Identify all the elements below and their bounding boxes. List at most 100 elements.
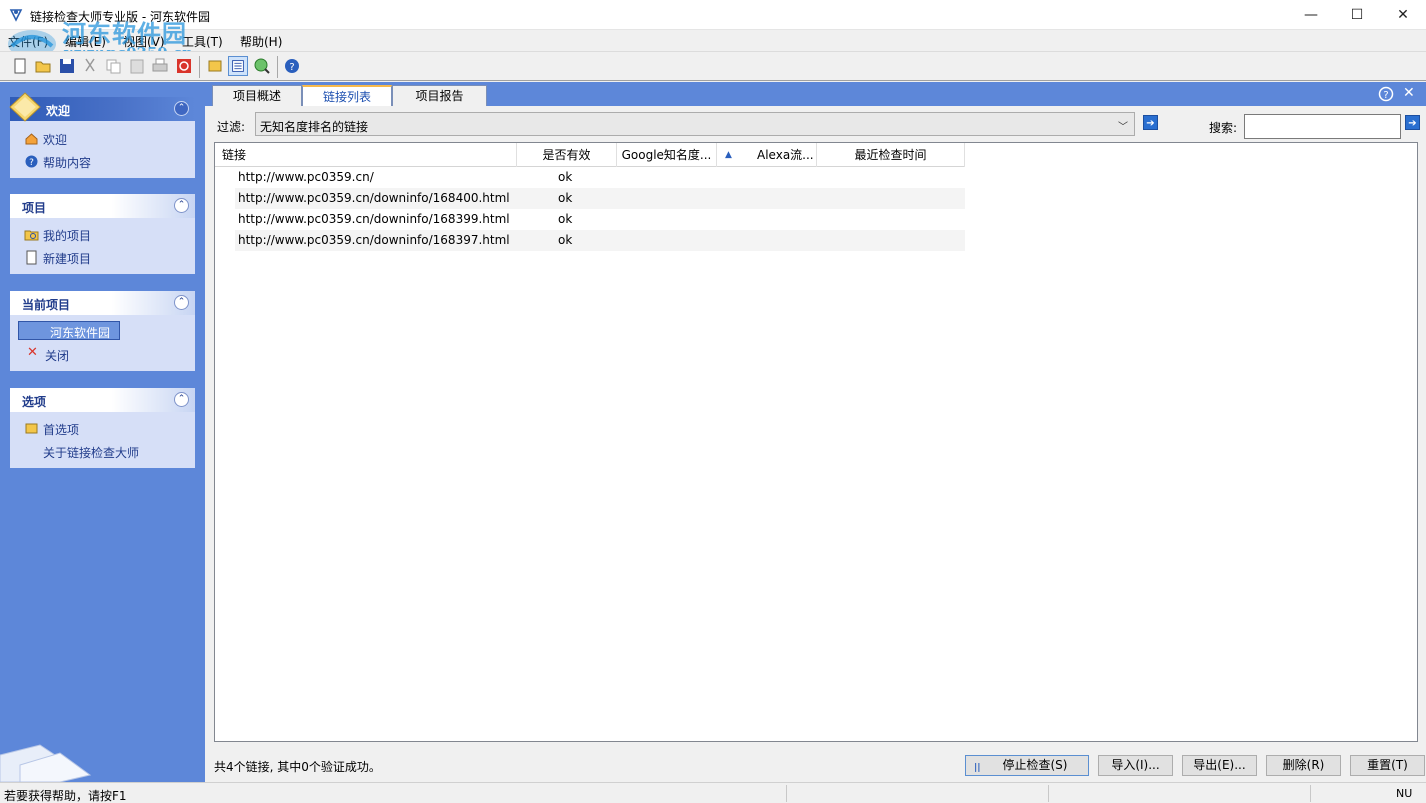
cell-status: ok <box>558 233 573 247</box>
collapse-icon[interactable]: ⌃ <box>174 295 189 310</box>
sidebar-item-welcome[interactable]: 欢迎 <box>10 127 195 150</box>
menu-file[interactable]: 文件(F) <box>8 33 48 50</box>
decorative-envelope-art <box>0 744 92 782</box>
preferences-icon[interactable] <box>205 56 225 76</box>
collapse-icon[interactable]: ⌃ <box>174 101 189 116</box>
window-title: 链接检查大师专业版 - 河东软件园 <box>30 10 210 24</box>
tab-project-overview[interactable]: 项目概述 <box>212 85 302 106</box>
table-row[interactable]: http://www.pc0359.cn/downinfo/168400.htm… <box>235 188 965 209</box>
sidebar-item-label: 欢迎 <box>43 133 68 147</box>
column-header-valid[interactable]: 是否有效 <box>517 143 617 167</box>
toolbar-separator <box>199 56 200 78</box>
delete-button[interactable]: 删除(R) <box>1266 755 1341 776</box>
filter-row: 过滤: 无知名度排名的链接 ﹀ ➔ 搜索: ➔ <box>205 106 1426 142</box>
copy-icon[interactable] <box>103 56 123 76</box>
collapse-icon[interactable]: ⌃ <box>174 198 189 213</box>
sidebar-item-preferences[interactable]: 首选项 <box>10 417 195 440</box>
open-icon[interactable] <box>33 56 53 76</box>
sidebar-item-close[interactable]: ✕ 关闭 <box>10 343 195 366</box>
left-task-panel: 欢迎 ⌃ 欢迎 ? 帮助内容 项目 ⌃ 我的项目 新建项目 当前项目 ⌃ 河东软… <box>0 82 205 782</box>
status-pane-divider <box>1048 785 1049 802</box>
menu-edit[interactable]: 编辑(E) <box>65 33 106 50</box>
tab-link-list[interactable]: 链接列表 <box>302 85 392 106</box>
cell-url: http://www.pc0359.cn/downinfo/168400.htm… <box>238 191 510 205</box>
print-icon[interactable] <box>150 56 170 76</box>
options-group-header[interactable]: 选项 ⌃ <box>10 388 195 412</box>
tab-strip: 项目概述 链接列表 项目报告 ? ✕ <box>205 82 1426 106</box>
table-row[interactable]: http://www.pc0359.cn/downinfo/168399.htm… <box>235 209 965 230</box>
welcome-group-header[interactable]: 欢迎 ⌃ <box>9 92 195 122</box>
current-project-group-header[interactable]: 当前项目 ⌃ <box>10 291 195 315</box>
project-group-title: 项目 <box>22 201 47 215</box>
project-group-header[interactable]: 项目 ⌃ <box>10 194 195 218</box>
column-header-last-check[interactable]: 最近检查时间 <box>817 143 965 167</box>
cell-status: ok <box>558 212 573 226</box>
status-help-text: 若要获得帮助，请按F1 <box>4 789 127 803</box>
help-icon: ? <box>25 155 38 168</box>
folder-search-icon <box>24 230 39 241</box>
cut-icon[interactable] <box>80 56 100 76</box>
list-view-icon[interactable] <box>228 56 248 76</box>
search-label: 搜索: <box>1209 121 1238 135</box>
import-button[interactable]: 导入(I)... <box>1098 755 1173 776</box>
column-header-alexa-label: Alexa流... <box>757 148 814 162</box>
column-header-link[interactable]: 链接 <box>215 143 517 167</box>
welcome-group-title: 欢迎 <box>46 104 71 118</box>
menu-bar: 文件(F) 编辑(E) 视图(V) 工具(T) 帮助(H) <box>0 31 1426 51</box>
cell-url: http://www.pc0359.cn/downinfo/168397.htm… <box>238 233 510 247</box>
sidebar-item-help-contents[interactable]: ? 帮助内容 <box>10 150 195 173</box>
stop-check-button[interactable]: || 停止检查(S) <box>965 755 1089 776</box>
maximize-button[interactable]: ☐ <box>1334 0 1380 30</box>
help-icon[interactable]: ? <box>282 56 302 76</box>
svg-text:?: ? <box>289 62 294 73</box>
menu-view[interactable]: 视图(V) <box>123 33 165 50</box>
app-icon <box>9 9 23 22</box>
action-bar: 共4个链接, 其中0个验证成功。 || 停止检查(S) 导入(I)... 导出(… <box>205 748 1426 782</box>
save-icon[interactable] <box>57 56 77 76</box>
tab-project-report[interactable]: 项目报告 <box>392 85 487 106</box>
table-row[interactable]: http://www.pc0359.cn/downinfo/168397.htm… <box>235 230 965 251</box>
apply-filter-arrow-icon[interactable]: ➔ <box>1143 115 1158 130</box>
search-input[interactable] <box>1244 114 1401 139</box>
close-window-button[interactable]: ✕ <box>1380 0 1426 30</box>
svg-text:?: ? <box>29 158 34 168</box>
table-row[interactable]: http://www.pc0359.cn/ ok <box>235 167 965 188</box>
new-document-icon <box>26 250 37 265</box>
stop-check-label: 停止检查(S) <box>1002 758 1068 772</box>
welcome-group: 欢迎 ⌃ 欢迎 ? 帮助内容 <box>9 92 195 178</box>
minimize-button[interactable]: — <box>1288 0 1334 30</box>
filter-label: 过滤: <box>217 120 246 134</box>
sidebar-item-label: 帮助内容 <box>43 156 92 170</box>
current-project-group: 当前项目 ⌃ 河东软件园 ✕ 关闭 <box>10 291 195 371</box>
status-bar: 若要获得帮助，请按F1 NU <box>0 782 1426 803</box>
status-pane-divider <box>1310 785 1311 802</box>
sidebar-item-label: 关闭 <box>45 349 70 363</box>
pause-icon: || <box>974 763 981 773</box>
sidebar-item-about[interactable]: 关于链接检查大师 <box>10 440 195 463</box>
options-group: 选项 ⌃ 首选项 关于链接检查大师 <box>10 388 195 468</box>
menu-tools[interactable]: 工具(T) <box>182 33 223 50</box>
search-go-arrow-icon[interactable]: ➔ <box>1405 115 1420 130</box>
column-header-google[interactable]: Google知名度... <box>617 143 717 167</box>
reset-button[interactable]: 重置(T) <box>1350 755 1425 776</box>
preferences-icon <box>25 423 38 434</box>
stop-icon[interactable] <box>174 56 194 76</box>
options-group-title: 选项 <box>22 395 47 409</box>
cell-url: http://www.pc0359.cn/ <box>238 170 374 184</box>
close-icon: ✕ <box>27 345 38 360</box>
sidebar-item-label: 我的项目 <box>43 229 92 243</box>
menu-help[interactable]: 帮助(H) <box>240 33 282 50</box>
filter-dropdown[interactable]: 无知名度排名的链接 ﹀ <box>255 112 1135 136</box>
close-panel-icon[interactable]: ✕ <box>1403 85 1419 101</box>
export-button[interactable]: 导出(E)... <box>1182 755 1257 776</box>
link-list-view[interactable]: 链接 是否有效 Google知名度... ▲ Alexa流... 最近检查时间 … <box>214 142 1418 742</box>
collapse-icon[interactable]: ⌃ <box>174 392 189 407</box>
sidebar-item-current-project[interactable]: 河东软件园 <box>10 320 195 343</box>
help-icon[interactable]: ? <box>1378 86 1394 102</box>
new-icon[interactable] <box>10 56 30 76</box>
check-icon[interactable] <box>252 56 272 76</box>
paste-icon[interactable] <box>127 56 147 76</box>
column-header-alexa[interactable]: ▲ Alexa流... <box>717 143 817 167</box>
sidebar-item-new-project[interactable]: 新建项目 <box>10 246 195 269</box>
sidebar-item-my-projects[interactable]: 我的项目 <box>10 223 195 246</box>
